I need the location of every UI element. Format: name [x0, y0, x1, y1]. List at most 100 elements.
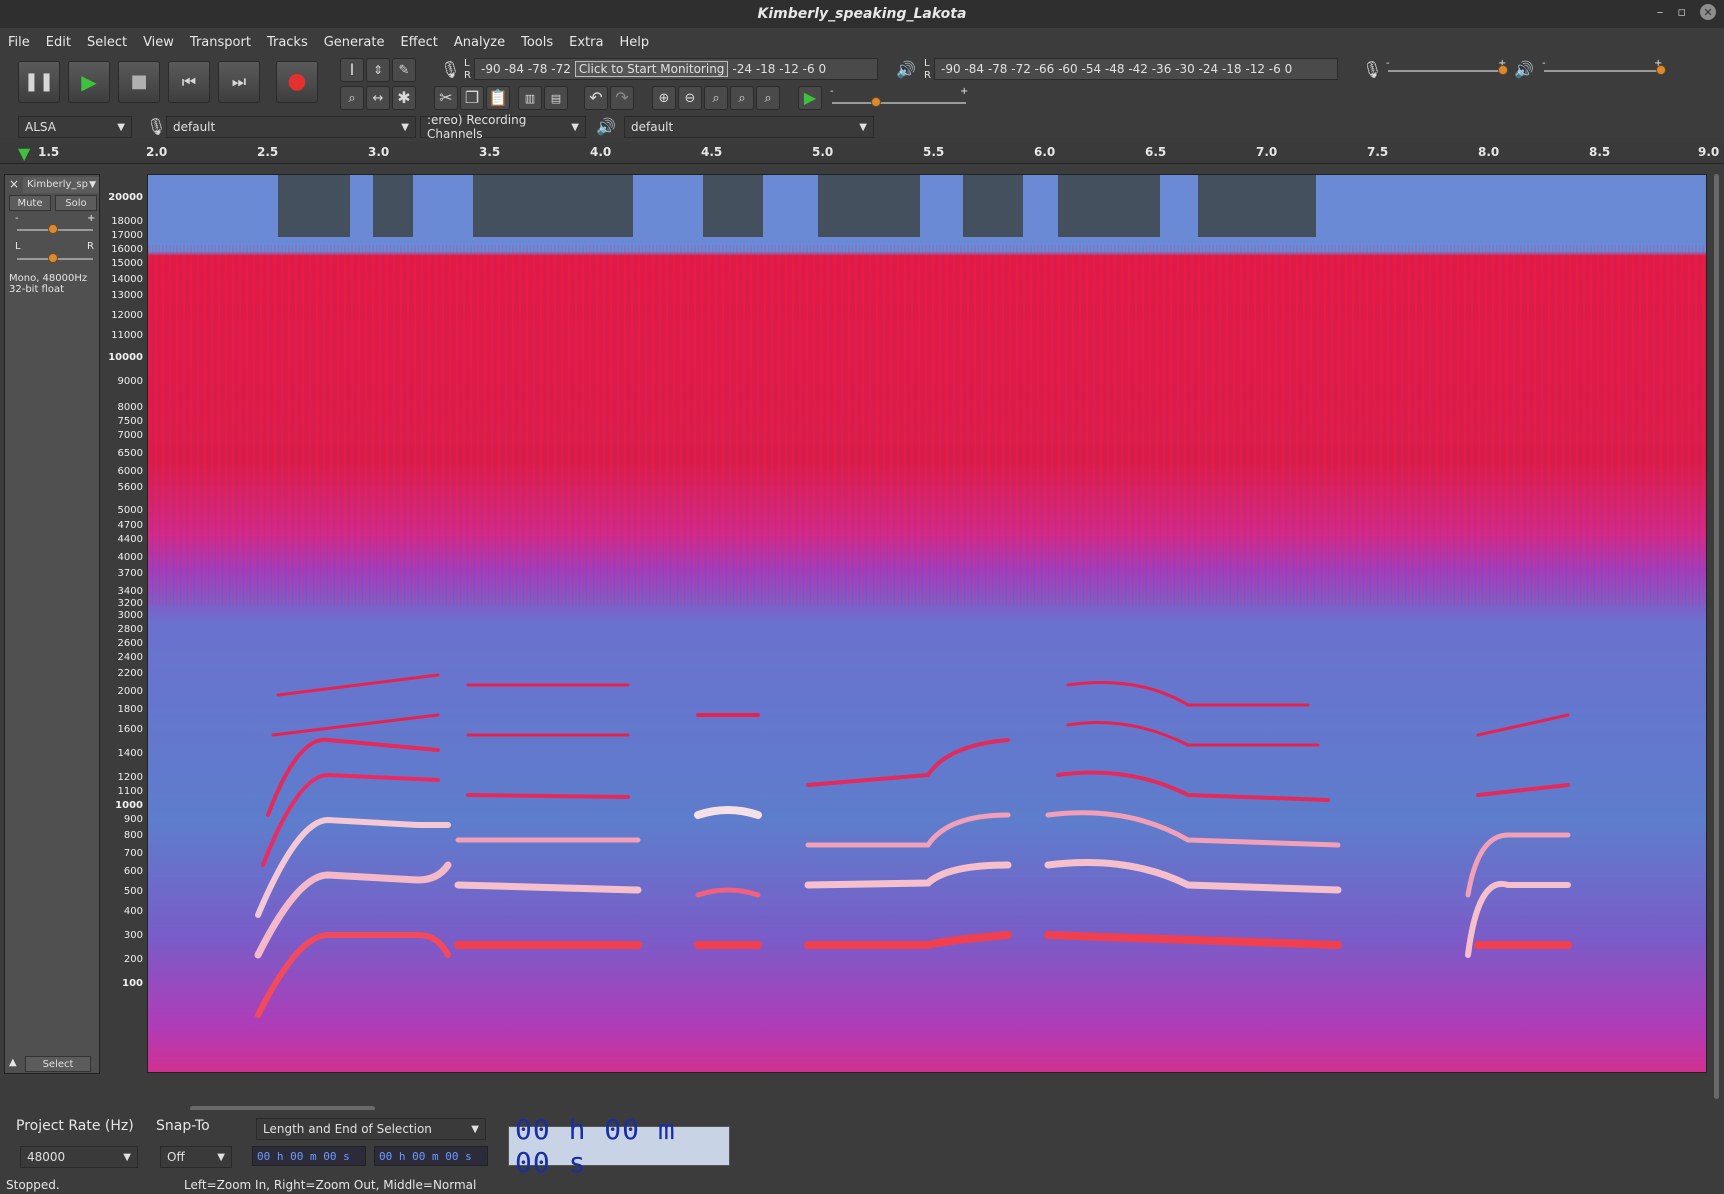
recording-volume-slider[interactable]	[1388, 70, 1506, 72]
frequency-tick-label: 700	[123, 848, 143, 859]
play-at-speed-icon: ▶	[803, 88, 817, 107]
audio-position-display[interactable]: 00 h 00 m 00 s	[508, 1113, 730, 1179]
select-track-button[interactable]: Select	[25, 1056, 91, 1072]
playback-meter[interactable]: -90 -84 -78 -72 -66 -60 -54 -48 -42 -36 …	[934, 58, 1338, 80]
ruler-tick: 2.0	[146, 145, 168, 159]
menu-select[interactable]: Select	[87, 35, 127, 50]
menu-view[interactable]: View	[143, 35, 174, 50]
start-monitoring-tooltip[interactable]: Click to Start Monitoring	[574, 61, 729, 77]
restore-icon[interactable]: ▫	[1677, 5, 1686, 20]
silence-button[interactable]: ▤	[544, 86, 568, 110]
mute-button[interactable]: Mute	[9, 195, 51, 211]
pan-knob[interactable]	[48, 253, 58, 263]
playback-volume-knob[interactable]	[1656, 65, 1666, 75]
frequency-tick-label: 6500	[117, 448, 143, 459]
zoom-in-button[interactable]: ⊕	[652, 86, 676, 110]
menu-file[interactable]: File	[8, 35, 30, 50]
chevron-down-icon: ▼	[117, 121, 125, 133]
frequency-axis: 20000 18000 17000 16000 15000 14000 13000 12000…	[101, 174, 146, 1074]
track-name-menu[interactable]: Kimberly_sp ▼	[23, 177, 99, 193]
device-toolbar: ALSA ▼ 🎙 default ▼ :ereo) Recording Channe…	[0, 113, 1724, 141]
zoom-toggle-button[interactable]: ⌕	[756, 86, 780, 110]
spectrogram-view[interactable]	[147, 174, 1707, 1073]
microphone-icon: 🎙	[440, 60, 461, 79]
timeline-ruler[interactable]: ▼ 1.5 2.0 2.5 3.0 3.5 4.0 4.5 5.0 5.5 6.…	[0, 142, 1724, 164]
draw-tool-button[interactable]: ✎	[392, 58, 416, 82]
timeshift-tool-button[interactable]: ↔	[366, 86, 390, 110]
zoom-toggle-icon: ⌕	[764, 90, 772, 106]
frequency-tick-label: 13000	[111, 290, 143, 301]
menu-tools[interactable]: Tools	[521, 35, 553, 50]
collapse-track-icon[interactable]: ▲	[9, 1057, 17, 1068]
snap-to-select[interactable]: Off ▼	[160, 1146, 232, 1168]
stop-button[interactable]: ■	[118, 61, 160, 103]
selection-length-field[interactable]: 00 h 00 m 00 s	[252, 1146, 366, 1166]
cut-button[interactable]: ✂	[434, 86, 458, 110]
ruler-tick: 7.5	[1367, 145, 1389, 159]
minimize-icon[interactable]: –	[1657, 5, 1664, 20]
gain-knob[interactable]	[48, 224, 58, 234]
chevron-down-icon: ▼	[123, 1151, 131, 1163]
project-rate-select[interactable]: 48000 ▼	[20, 1146, 138, 1168]
microphone-device-icon: 🎙	[146, 117, 167, 136]
menu-tracks[interactable]: Tracks	[267, 35, 308, 50]
record-button[interactable]: ●	[276, 61, 318, 103]
recording-volume-knob[interactable]	[1498, 65, 1508, 75]
pan-right-label: R	[87, 241, 94, 252]
play-speed-knob[interactable]	[871, 97, 881, 107]
paste-button[interactable]: 📋	[486, 86, 510, 110]
selection-end-field[interactable]: 00 h 00 m 00 s	[374, 1146, 488, 1166]
play-speed-slider[interactable]	[832, 102, 966, 104]
skip-end-button[interactable]: ⏭	[218, 61, 260, 103]
pause-button[interactable]: ❚❚	[18, 61, 60, 103]
recording-device-select[interactable]: default ▼	[166, 116, 416, 138]
gain-minus: -	[15, 213, 19, 224]
solo-button[interactable]: Solo	[55, 195, 97, 211]
audio-host-select[interactable]: ALSA ▼	[18, 116, 132, 138]
playback-device-select[interactable]: default ▼	[624, 116, 874, 138]
menu-generate[interactable]: Generate	[324, 35, 385, 50]
close-window-icon[interactable]: ✕	[1700, 4, 1716, 20]
menu-edit[interactable]: Edit	[46, 35, 71, 50]
project-rate-label: Project Rate (Hz)	[16, 1118, 134, 1134]
selection-tool-button[interactable]: I	[340, 58, 364, 82]
multi-tool-button[interactable]: ✱	[392, 86, 416, 110]
copy-button[interactable]: ❐	[460, 86, 484, 110]
menu-transport[interactable]: Transport	[190, 35, 251, 50]
fit-project-button[interactable]: ⌕	[730, 86, 754, 110]
trim-button[interactable]: ▥	[518, 86, 542, 110]
playback-volume-slider[interactable]	[1544, 70, 1662, 72]
menu-effect[interactable]: Effect	[400, 35, 437, 50]
ruler-tick: 2.5	[257, 145, 279, 159]
envelope-tool-button[interactable]: ⇕	[366, 58, 390, 82]
vertical-scrollbar[interactable]	[1714, 174, 1719, 1099]
selection-mode-select[interactable]: Length and End of Selection ▼	[256, 1118, 486, 1140]
chevron-down-icon: ▼	[89, 180, 96, 190]
ruler-tick: 8.0	[1478, 145, 1500, 159]
recording-channels-select[interactable]: :ereo) Recording Channels ▼	[420, 113, 586, 141]
record-meter-r: R	[464, 70, 471, 81]
skip-start-button[interactable]: ⏮	[168, 61, 210, 103]
play-button[interactable]: ▶	[68, 61, 110, 103]
undo-icon: ↶	[589, 88, 603, 107]
play-head-icon[interactable]: ▼	[18, 144, 30, 163]
undo-button[interactable]: ↶	[584, 86, 608, 110]
frequency-tick-label: 300	[123, 930, 143, 941]
fit-selection-button[interactable]: ⌕	[704, 86, 728, 110]
menu-help[interactable]: Help	[619, 35, 649, 50]
frequency-tick-label: 7000	[117, 430, 143, 441]
menu-analyze[interactable]: Analyze	[454, 35, 505, 50]
close-track-icon[interactable]: ×	[9, 177, 19, 191]
zoom-tool-button[interactable]: ⌕	[340, 86, 364, 110]
play-at-speed-button[interactable]: ▶	[798, 86, 822, 110]
frequency-tick-label: 800	[123, 830, 143, 841]
menu-bar: File Edit Select View Transport Tracks G…	[0, 30, 1724, 54]
snap-to-label: Snap-To	[156, 1118, 210, 1134]
status-state: Stopped.	[6, 1178, 60, 1192]
menu-extra[interactable]: Extra	[569, 35, 603, 50]
record-meter[interactable]: -90 -84 -78 -72 Click to Start Monitorin…	[474, 58, 878, 80]
playback-meter-r: R	[924, 70, 931, 81]
redo-button[interactable]: ↷	[610, 86, 634, 110]
ruler-tick: 6.0	[1034, 145, 1056, 159]
zoom-out-button[interactable]: ⊖	[678, 86, 702, 110]
